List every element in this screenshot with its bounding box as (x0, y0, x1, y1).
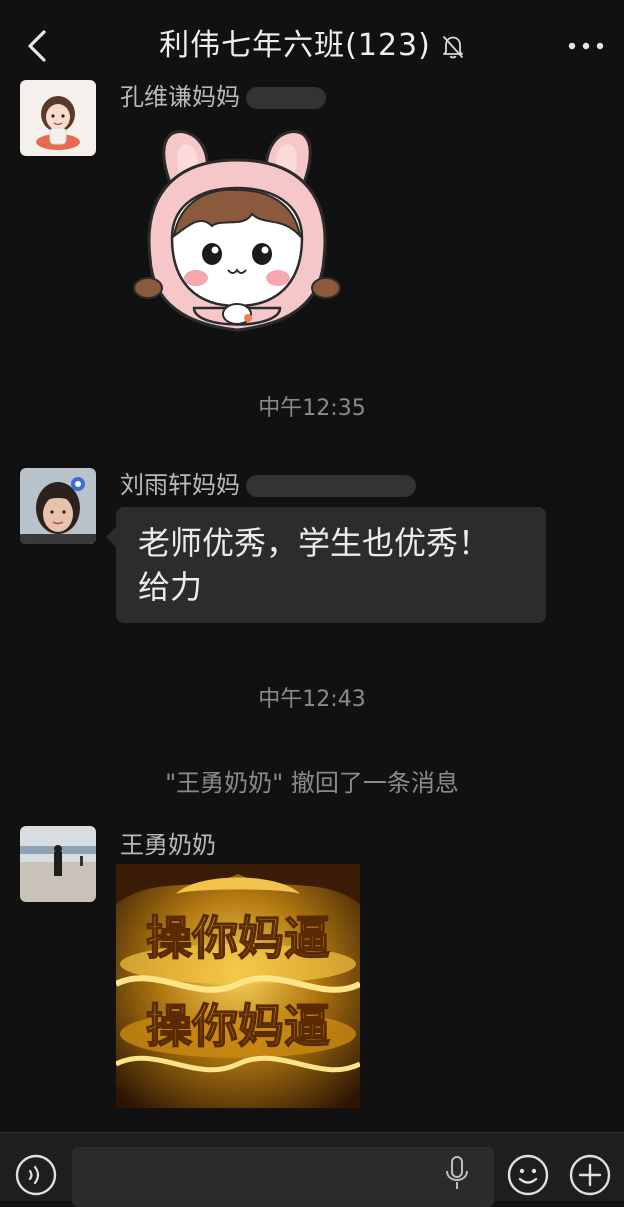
emoji-button[interactable] (506, 1153, 550, 1197)
timestamp: 中午12:35 (258, 396, 366, 421)
image-message[interactable]: 操你妈逼 操你妈逼 (116, 864, 360, 1108)
voice-toggle-button[interactable] (14, 1153, 58, 1197)
chat-title: 利伟七年六班(123) (159, 28, 431, 63)
avatar-sender-2[interactable] (20, 468, 96, 544)
chat-header: 利伟七年六班(123) (0, 0, 624, 90)
recall-notice: "王勇奶奶" 撤回了一条消息 (165, 769, 459, 797)
chat-input-bar (0, 1132, 624, 1207)
emoji-icon (507, 1154, 549, 1196)
sender-name-1: 孔维谦妈妈 (120, 82, 326, 112)
text-message-bubble[interactable]: 老师优秀，学生也优秀！ 给力 (106, 507, 546, 623)
chat-title-wrap: 利伟七年六班(123) (0, 24, 624, 68)
more-functions-button[interactable] (568, 1153, 612, 1197)
bell-off-icon (441, 30, 465, 58)
image-caption-bottom: 操你妈逼 (146, 999, 330, 1053)
message-input[interactable] (72, 1147, 494, 1207)
avatar-sender-1[interactable] (20, 80, 96, 156)
microphone-icon[interactable] (444, 1155, 470, 1195)
more-dots-icon (568, 42, 604, 50)
plus-icon (569, 1154, 611, 1196)
message-line: 老师优秀，学生也优秀！ (138, 524, 491, 562)
redaction-smudge (246, 87, 326, 109)
bunny-girl-sticker[interactable] (132, 118, 342, 340)
sender-name-3: 王勇奶奶 (120, 831, 216, 859)
avatar-sender-3[interactable] (20, 826, 96, 902)
sender-name-2: 刘雨轩妈妈 (120, 470, 416, 500)
message-line: 给力 (138, 568, 203, 606)
redaction-smudge (246, 475, 416, 497)
image-caption-top: 操你妈逼 (146, 911, 330, 965)
more-options-button[interactable] (562, 24, 610, 68)
timestamp: 中午12:43 (258, 687, 366, 712)
voice-icon (15, 1154, 57, 1196)
